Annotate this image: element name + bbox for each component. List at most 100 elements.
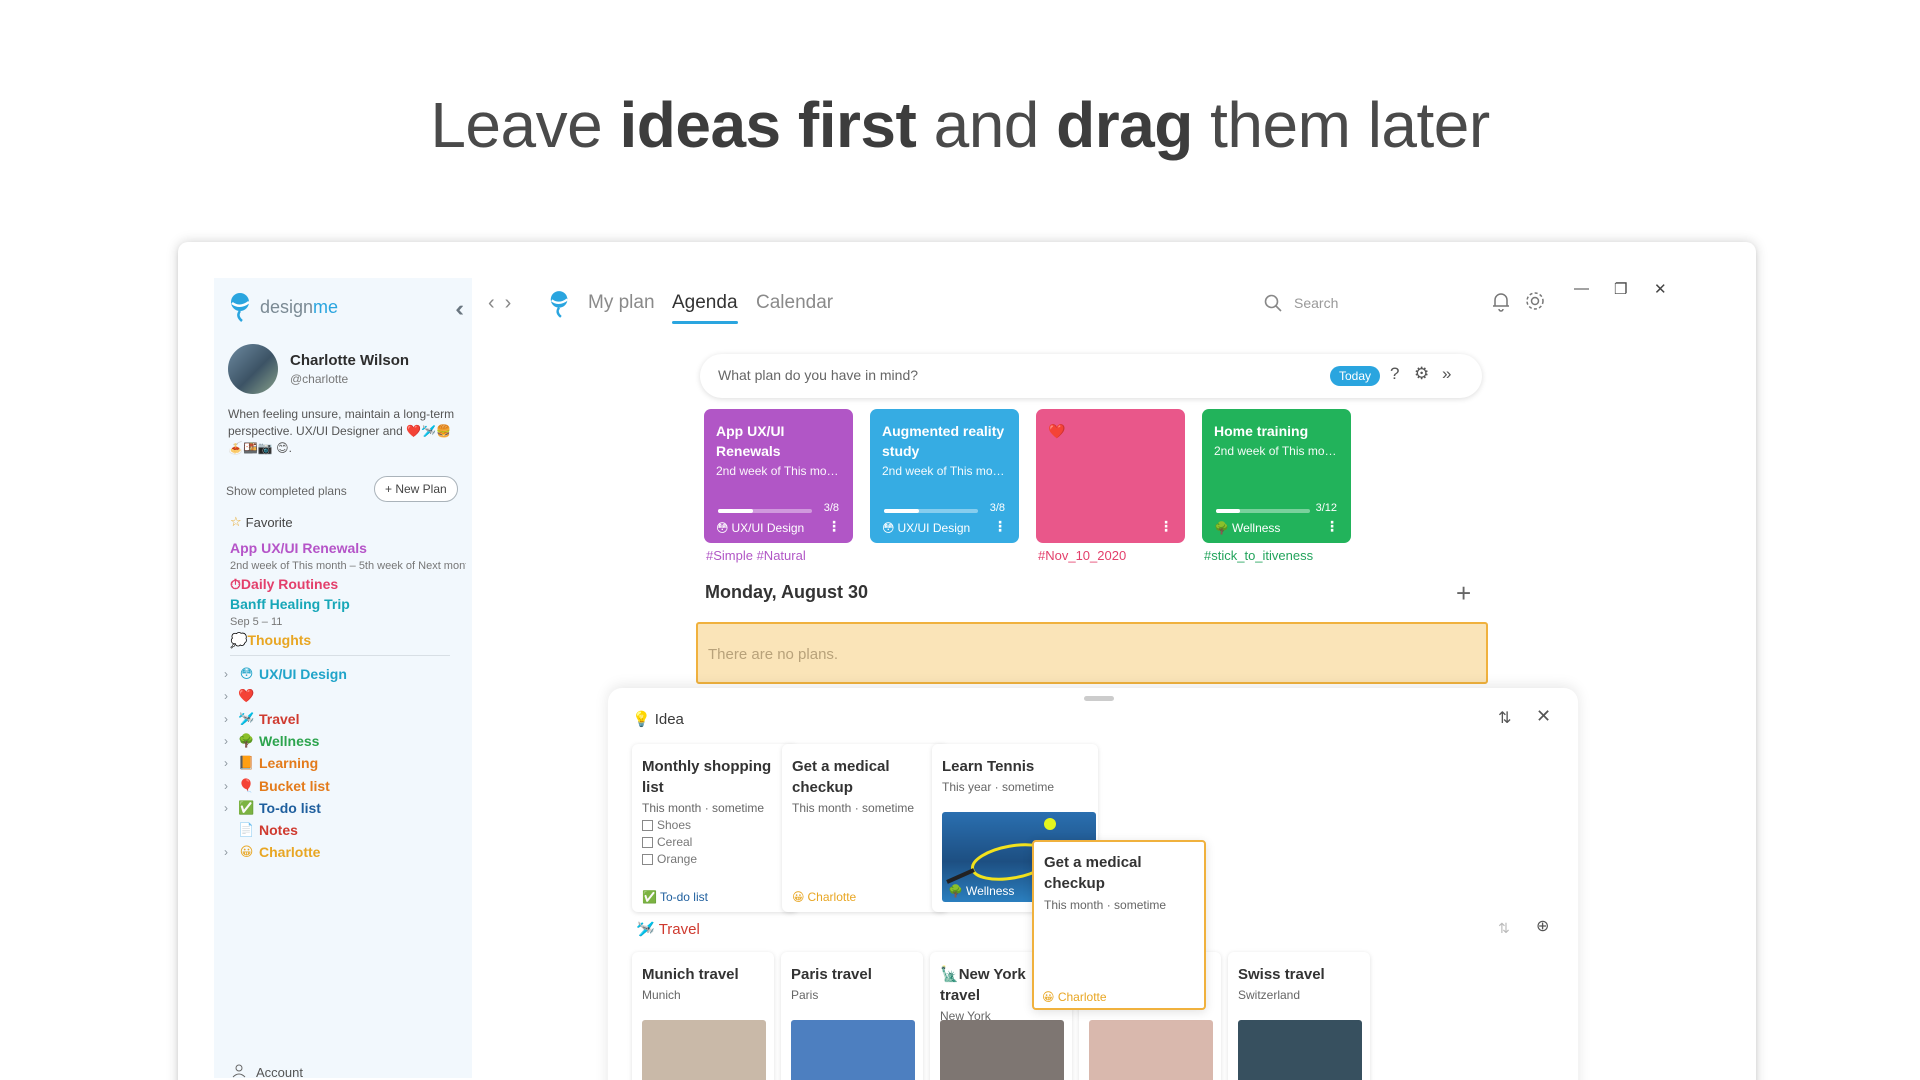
sidebar-category[interactable]: › 🎈 Bucket list [224, 778, 330, 794]
sort-icon[interactable]: ⇅ [1498, 708, 1511, 728]
tab-my-plan[interactable]: My plan [588, 292, 655, 314]
search-bar[interactable]: Search [1264, 294, 1338, 312]
restore-icon[interactable]: ❐ [1614, 280, 1627, 298]
profile-bio: When feeling unsure, maintain a long-ter… [228, 407, 455, 455]
chevron-right-icon[interactable]: › [224, 801, 234, 815]
gear-icon[interactable] [1524, 290, 1546, 318]
sidebar-category[interactable]: › 🛩️ Travel [224, 711, 299, 727]
checkbox[interactable] [642, 836, 653, 848]
dragging-idea-card[interactable]: Get a medical checkup This month · somet… [1032, 840, 1206, 1010]
profile[interactable]: Charlotte Wilson @charlotte [228, 344, 409, 394]
sidebar-category[interactable]: › 📙 Learning [224, 755, 318, 771]
idea-card-footer-label: Charlotte [807, 890, 857, 904]
category-icon: 📙 [238, 755, 255, 771]
today-button[interactable]: Today [1330, 366, 1381, 386]
chevron-right-icon[interactable]: › [224, 689, 234, 703]
favorite-item[interactable]: 💭Thoughts [230, 632, 311, 649]
plan-card-title: Augmented reality study [882, 423, 1005, 459]
checklist-item[interactable]: Cereal [642, 835, 788, 849]
add-idea-icon[interactable]: ⊕ [1536, 916, 1549, 936]
category-icon: 🌳 [1214, 521, 1229, 535]
travel-card-sub: Munich [642, 988, 681, 1002]
chevron-right-icon[interactable]: › [224, 734, 234, 748]
back-icon[interactable]: ‹ [488, 292, 505, 314]
bell-icon[interactable] [1490, 290, 1512, 318]
chevron-right-icon[interactable]: › [224, 756, 234, 770]
sort-icon[interactable]: ⇅ [1498, 920, 1510, 937]
checkbox[interactable] [642, 819, 653, 831]
minimize-icon[interactable]: — [1574, 280, 1589, 297]
logo-icon [231, 293, 250, 322]
favorite-item-label: Banff Healing Trip [230, 596, 350, 612]
new-plan-button[interactable]: + New Plan [374, 476, 458, 502]
plan-card[interactable]: ❤️ ⋮ [1036, 409, 1185, 543]
sidebar-category[interactable]: › 😳 UX/UI Design [224, 666, 347, 682]
more-options-icon[interactable]: ⋮ [827, 518, 841, 535]
plan-card[interactable]: Home training 2nd week of This month – 4t… [1202, 409, 1351, 543]
close-window-icon[interactable]: ✕ [1654, 280, 1667, 298]
drag-card-footer-label: Charlotte [1057, 990, 1107, 1004]
idea-card-title: Monthly shopping list [642, 758, 772, 796]
chevron-right-icon[interactable]: › [224, 779, 234, 793]
idea-card[interactable]: Get a medical checkup This month · someti… [782, 744, 948, 912]
tab-calendar[interactable]: Calendar [756, 292, 833, 314]
hashtags[interactable]: #Nov_10_2020 [1038, 548, 1126, 563]
drag-card-title: Get a medical checkup [1044, 854, 1142, 892]
plan-card[interactable]: Augmented reality study 2nd week of This … [870, 409, 1019, 543]
forward-icon[interactable]: › [505, 292, 522, 314]
sidebar-category[interactable]: › 🌳 Wellness [224, 733, 319, 749]
collapse-sidebar-icon[interactable]: ‹‹ [455, 296, 463, 322]
idea-card[interactable]: Monthly shopping list This month · someti… [632, 744, 798, 912]
help-icon[interactable]: ? [1390, 364, 1399, 384]
sidebar-category[interactable]: › ❤️ [224, 688, 259, 703]
more-options-icon[interactable]: ⋮ [1159, 518, 1173, 535]
hashtags[interactable]: #stick_to_itiveness [1204, 548, 1313, 563]
plan-input[interactable]: What plan do you have in mind? Today ? ⚙… [700, 354, 1482, 398]
progress-count: 3/8 [823, 502, 839, 514]
app-window: designme ‹‹ Charlotte Wilson @charlotte … [178, 242, 1756, 1080]
hashtags[interactable]: #Simple #Natural [706, 548, 806, 563]
sidebar-category[interactable]: 📄 Notes [224, 822, 298, 838]
logo[interactable]: designme [228, 292, 338, 322]
favorite-item[interactable]: App UX/UI Renewals [230, 540, 367, 556]
close-panel-icon[interactable]: ✕ [1536, 706, 1551, 727]
travel-card[interactable]: Paris travel Paris [781, 952, 923, 1080]
travel-card[interactable]: Swiss travel Switzerland [1228, 952, 1370, 1080]
app-logo-icon[interactable] [548, 288, 572, 320]
account-button[interactable]: Account [232, 1064, 303, 1080]
idea-card-footer-label: Wellness [965, 884, 1015, 898]
progress-fill [1216, 509, 1240, 513]
sidebar-category[interactable]: › 😀 Charlotte [224, 844, 320, 860]
category-label: Learning [259, 755, 319, 772]
sidebar-category[interactable]: › ✅ To-do list [224, 800, 321, 816]
checklist-item[interactable]: Shoes [642, 818, 788, 832]
drag-handle[interactable] [1084, 696, 1114, 701]
plan-card[interactable]: App UX/UI Renewals 2nd week of This month… [704, 409, 853, 543]
chevron-right-icon[interactable]: › [224, 845, 234, 859]
category-icon: 🌳 [238, 732, 255, 748]
travel-card-sub: Paris [791, 988, 819, 1002]
favorite-item-label: App UX/UI Renewals [230, 540, 367, 556]
headline-bold: ideas first [619, 89, 917, 161]
favorite-item[interactable]: ⏱Daily Routines [230, 576, 338, 593]
checklist-item-label: Cereal [657, 835, 693, 849]
show-completed-toggle[interactable]: Show completed plans [226, 484, 347, 498]
chevron-right-icon[interactable]: › [224, 667, 234, 681]
plan-card-title: Home training [1214, 423, 1309, 439]
checklist-item[interactable]: Orange [642, 852, 788, 866]
progress-fill [884, 509, 920, 513]
more-options-icon[interactable]: ⋮ [1325, 518, 1339, 535]
more-options-icon[interactable]: ⋮ [993, 518, 1007, 535]
travel-card[interactable]: Munich travel Munich [632, 952, 774, 1080]
no-plans-dropzone[interactable]: There are no plans. [696, 622, 1488, 684]
expand-icon[interactable]: » [1442, 364, 1451, 384]
headline: Leave ideas first and drag them later [0, 88, 1920, 162]
plan-card-tag-label: UX/UI Design [731, 521, 805, 535]
checkbox[interactable] [642, 853, 653, 865]
category-icon: 🎈 [238, 777, 255, 793]
chevron-right-icon[interactable]: › [224, 712, 234, 726]
tab-agenda[interactable]: Agenda [672, 292, 738, 324]
settings-icon[interactable]: ⚙ [1414, 364, 1429, 384]
add-plan-icon[interactable]: + [1456, 578, 1471, 609]
favorite-item[interactable]: Banff Healing Trip [230, 596, 350, 612]
